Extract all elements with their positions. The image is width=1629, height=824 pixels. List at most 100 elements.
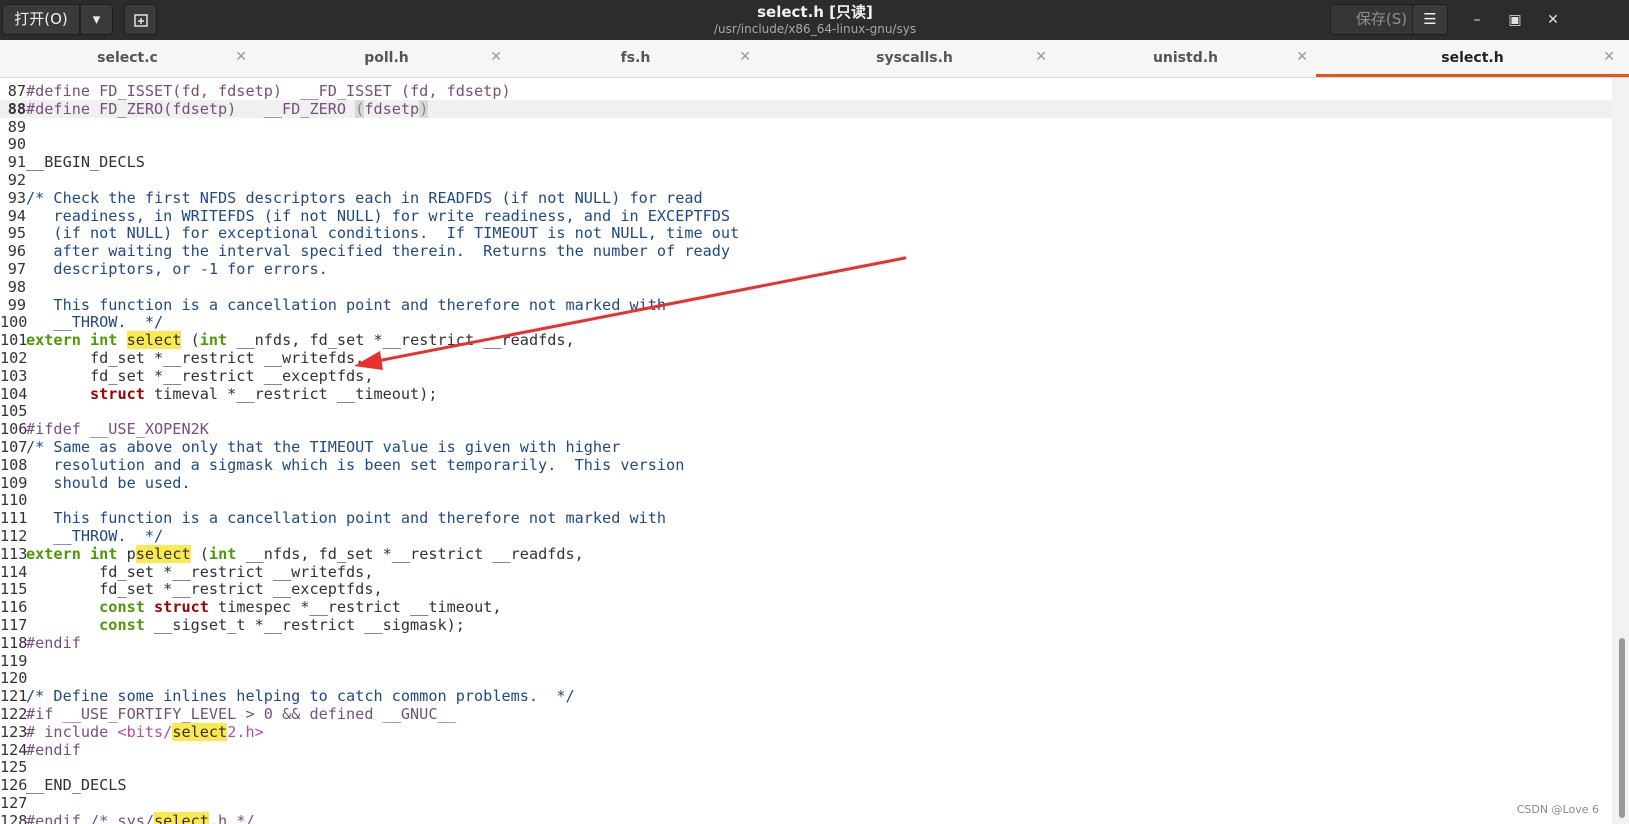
tab-syscalls-h[interactable]: syscalls.h ✕ bbox=[774, 40, 1055, 77]
close-icon[interactable]: ✕ bbox=[1603, 49, 1615, 65]
code-line[interactable]: 103 fd_set *__restrict __exceptfds, bbox=[0, 367, 1612, 385]
code-line[interactable]: 120 bbox=[0, 669, 1612, 687]
code-line[interactable]: 97 descriptors, or -1 for errors. bbox=[0, 260, 1612, 278]
code-line[interactable]: 99 This function is a cancellation point… bbox=[0, 296, 1612, 314]
tab-label: poll.h bbox=[364, 50, 409, 66]
code-token: __nfds, fd_set *__restrict __readfds, bbox=[227, 331, 575, 350]
line-number: 109 bbox=[0, 473, 28, 492]
line-number: 113 bbox=[0, 544, 28, 563]
code-line[interactable]: 93/* Check the first NFDS descriptors ea… bbox=[0, 189, 1612, 207]
code-line[interactable]: 106#ifdef __USE_XOPEN2K bbox=[0, 420, 1612, 438]
close-icon[interactable]: ✕ bbox=[1296, 49, 1308, 65]
code-line[interactable]: 98 bbox=[0, 278, 1612, 296]
tab-unistd-h[interactable]: unistd.h ✕ bbox=[1055, 40, 1316, 77]
code-token: #if __USE_FORTIFY_LEVEL > 0 && defined _… bbox=[26, 705, 456, 723]
close-icon[interactable]: ✕ bbox=[1035, 49, 1047, 65]
code-line[interactable]: 127 bbox=[0, 794, 1612, 812]
code-line[interactable]: 96 after waiting the interval specified … bbox=[0, 242, 1612, 260]
code-token: extern int bbox=[26, 331, 127, 350]
code-line[interactable]: 87#define FD_ISSET(fd, fdsetp) __FD_ISSE… bbox=[0, 82, 1612, 100]
code-token: fd_set *__restrict __writefds, bbox=[26, 562, 374, 581]
code-line[interactable]: 90 bbox=[0, 135, 1612, 153]
code-line[interactable]: 104 struct timeval *__restrict __timeout… bbox=[0, 385, 1612, 403]
code-token: #endif bbox=[26, 740, 81, 759]
code-line[interactable]: 100 __THROW. */ bbox=[0, 313, 1612, 331]
code-line[interactable]: 121/* Define some inlines helping to cat… bbox=[0, 687, 1612, 705]
line-number: 122 bbox=[0, 705, 28, 723]
line-number: 126 bbox=[0, 776, 28, 795]
code-line[interactable]: 115 fd_set *__restrict __exceptfds, bbox=[0, 580, 1612, 598]
code-token: #ifdef __USE_XOPEN2K bbox=[26, 420, 209, 439]
code-line[interactable]: 110 bbox=[0, 491, 1612, 509]
code-line[interactable]: 109 should be used. bbox=[0, 474, 1612, 492]
code-line[interactable]: 89 bbox=[0, 118, 1612, 136]
code-line[interactable]: 128#endif /* sys/select.h */ bbox=[0, 811, 1612, 824]
code-line[interactable]: 119 bbox=[0, 652, 1612, 670]
code-token: ( bbox=[181, 331, 200, 350]
code-line[interactable]: 117 const __sigset_t *__restrict __sigma… bbox=[0, 616, 1612, 634]
vertical-scrollbar[interactable] bbox=[1612, 78, 1629, 824]
tab-bar: select.c ✕ poll.h ✕ fs.h ✕ syscalls.h ✕ … bbox=[0, 40, 1629, 78]
code-line[interactable]: 116 const struct timespec *__restrict __… bbox=[0, 598, 1612, 616]
code-token: __sigset_t *__restrict __sigmask); bbox=[144, 616, 465, 634]
line-number: 96 bbox=[7, 242, 26, 261]
code-token: p bbox=[126, 544, 136, 563]
open-button[interactable]: 打开(O) bbox=[2, 4, 80, 35]
code-line[interactable]: 102 fd_set *__restrict __writefds, bbox=[0, 349, 1612, 367]
minimize-icon[interactable]: – bbox=[1468, 11, 1486, 29]
code-token: #define FD_ZERO(fdsetp) __FD_ZERO bbox=[26, 99, 356, 118]
line-number: 87 bbox=[7, 82, 26, 100]
code-token: const bbox=[99, 598, 145, 617]
scrollbar-thumb[interactable] bbox=[1619, 638, 1625, 818]
code-line[interactable]: 114 fd_set *__restrict __writefds, bbox=[0, 563, 1612, 581]
code-line[interactable]: 124#endif bbox=[0, 741, 1612, 759]
close-icon[interactable]: ✕ bbox=[739, 49, 751, 65]
close-icon[interactable]: ✕ bbox=[235, 49, 247, 65]
code-line[interactable]: 112 __THROW. */ bbox=[0, 527, 1612, 545]
tab-label: fs.h bbox=[620, 50, 651, 66]
close-window-icon[interactable]: ✕ bbox=[1544, 11, 1562, 29]
code-line[interactable]: 92 bbox=[0, 171, 1612, 189]
code-line[interactable]: 107/* Same as above only that the TIMEOU… bbox=[0, 438, 1612, 456]
code-line[interactable]: 113extern int pselect (int __nfds, fd_se… bbox=[0, 544, 1612, 563]
code-line[interactable]: 111 This function is a cancellation poin… bbox=[0, 509, 1612, 527]
line-number: 112 bbox=[0, 527, 28, 545]
line-number: 111 bbox=[0, 509, 28, 528]
maximize-icon[interactable]: ▣ bbox=[1506, 11, 1524, 29]
code-token: should be used. bbox=[26, 473, 191, 492]
line-number: 121 bbox=[0, 687, 28, 706]
code-line[interactable]: 126__END_DECLS bbox=[0, 776, 1612, 794]
window-title-area: select.h [只读] /usr/include/x86_64-linux-… bbox=[600, 3, 1030, 37]
close-icon[interactable]: ✕ bbox=[490, 49, 502, 65]
open-menu-button[interactable]: ▾ bbox=[80, 4, 113, 35]
code-token: /* Same as above only that the TIMEOUT v… bbox=[26, 438, 621, 456]
code-line[interactable]: 105 bbox=[0, 402, 1612, 420]
line-number: 118 bbox=[0, 633, 28, 652]
tab-select-c[interactable]: select.c ✕ bbox=[0, 40, 255, 77]
tab-poll-h[interactable]: poll.h ✕ bbox=[263, 40, 510, 77]
new-tab-button[interactable] bbox=[124, 4, 157, 35]
code-line[interactable]: 101extern int select (int __nfds, fd_set… bbox=[0, 331, 1612, 350]
tab-select-h[interactable]: select.h ✕ bbox=[1316, 40, 1629, 77]
code-line[interactable]: 125 bbox=[0, 758, 1612, 776]
code-editor[interactable]: 87#define FD_ISSET(fd, fdsetp) __FD_ISSE… bbox=[0, 78, 1612, 824]
hamburger-menu-button[interactable]: ☰ bbox=[1412, 4, 1448, 35]
code-line[interactable]: 123# include <bits/select2.h> bbox=[0, 722, 1612, 741]
line-number: 119 bbox=[0, 651, 28, 670]
code-line[interactable]: 108 resolution and a sigmask which is be… bbox=[0, 456, 1612, 474]
line-number: 106 bbox=[0, 420, 28, 439]
watermark: CSDN @Love 6 bbox=[1516, 803, 1599, 816]
code-line[interactable]: 118#endif bbox=[0, 634, 1612, 652]
tab-fs-h[interactable]: fs.h ✕ bbox=[512, 40, 759, 77]
code-line[interactable]: 88#define FD_ZERO(fdsetp) __FD_ZERO (fds… bbox=[0, 99, 1612, 118]
code-token: const bbox=[99, 616, 145, 634]
code-line[interactable]: 122#if __USE_FORTIFY_LEVEL > 0 && define… bbox=[0, 705, 1612, 723]
code-line[interactable]: 94 readiness, in WRITEFDS (if not NULL) … bbox=[0, 207, 1612, 225]
line-number: 91 bbox=[7, 153, 26, 172]
code-line[interactable]: 91__BEGIN_DECLS bbox=[0, 153, 1612, 171]
line-number: 120 bbox=[0, 669, 28, 688]
code-line[interactable]: 95 (if not NULL) for exceptional conditi… bbox=[0, 224, 1612, 242]
line-number: 88 bbox=[7, 99, 26, 118]
code-token: struct bbox=[154, 598, 209, 617]
